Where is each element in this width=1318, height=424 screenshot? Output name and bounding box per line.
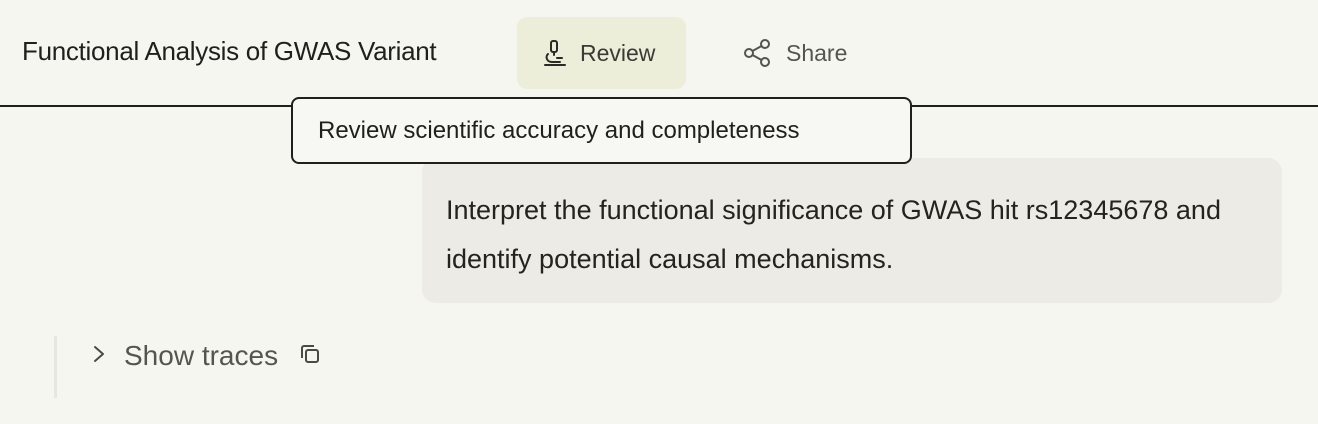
review-button-label: Review — [580, 39, 656, 66]
share-button[interactable]: Share — [742, 17, 847, 89]
show-traces-toggle[interactable]: Show traces — [90, 340, 322, 372]
traces-section: Show traces — [54, 336, 320, 398]
review-button[interactable]: Review — [517, 17, 686, 89]
top-bar: Functional Analysis of GWAS Variant Revi… — [0, 0, 1318, 107]
review-tooltip: Review scientific accuracy and completen… — [291, 97, 912, 164]
share-button-label: Share — [786, 39, 848, 66]
user-message-bubble: Interpret the functional significance of… — [422, 158, 1282, 303]
microscope-icon — [542, 39, 568, 67]
chevron-right-icon — [90, 342, 108, 371]
page-title: Functional Analysis of GWAS Variant — [22, 36, 437, 66]
show-traces-label: Show traces — [124, 340, 279, 371]
copy-icon[interactable] — [298, 342, 322, 371]
user-message-text: Interpret the functional significance of… — [446, 195, 1221, 274]
share-icon — [742, 37, 774, 69]
tooltip-text: Review scientific accuracy and completen… — [318, 116, 800, 144]
